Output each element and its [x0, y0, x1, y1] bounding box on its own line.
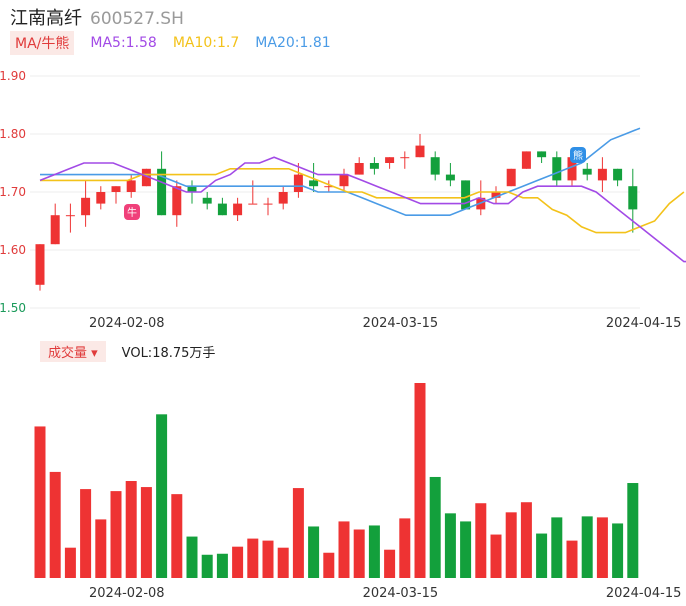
volume-bar: [308, 526, 320, 578]
volume-bar: [247, 538, 259, 578]
volume-bar: [34, 426, 46, 578]
bull-marker-label: 牛: [127, 206, 137, 219]
candle-body: [628, 186, 638, 210]
candle-body: [506, 168, 516, 187]
price-date-tick: 2024-03-15: [363, 316, 439, 331]
volume-bar: [277, 547, 289, 578]
candle-body: [35, 244, 45, 285]
volume-bar: [95, 519, 107, 578]
volume-bar: [353, 529, 365, 578]
volume-bar: [49, 471, 61, 578]
candle-body: [369, 163, 379, 169]
candle-body: [445, 174, 455, 181]
candle-body: [309, 180, 319, 187]
price-tick-label: 1.60: [0, 243, 26, 257]
candle-body: [187, 186, 197, 192]
candle-body: [354, 163, 364, 175]
volume-bar: [475, 503, 487, 578]
volume-bar: [627, 483, 639, 578]
volume-bar: [520, 502, 532, 578]
volume-bar: [551, 517, 563, 578]
candle-body: [65, 215, 75, 217]
volume-date-tick: 2024-02-08: [89, 586, 165, 601]
volume-bar: [186, 536, 198, 578]
candle-body: [597, 168, 607, 181]
volume-bar: [80, 489, 92, 578]
volume-bar: [566, 540, 578, 578]
candle-body: [126, 180, 136, 192]
volume-bar: [171, 494, 183, 578]
candle-body: [96, 192, 106, 204]
bear-marker-label: 熊: [573, 149, 583, 162]
volume-bar: [429, 476, 441, 578]
price-date-tick: 2024-02-08: [89, 316, 165, 331]
volume-bar: [216, 553, 228, 578]
price-tick-label: 1.50: [0, 301, 26, 315]
candle-body: [521, 151, 531, 169]
volume-bar: [581, 516, 593, 578]
volume-bar: [596, 517, 608, 578]
candle-body: [582, 168, 592, 175]
volume-bar: [110, 491, 122, 578]
candle-body: [339, 174, 349, 187]
volume-bar: [156, 414, 168, 578]
candle-body: [461, 180, 471, 210]
volume-bar: [201, 554, 213, 578]
volume-bar: [323, 552, 335, 578]
candle-body: [430, 157, 440, 175]
candle-body: [385, 157, 395, 163]
candle-body: [217, 203, 227, 216]
volume-bar: [368, 525, 380, 578]
volume-bar: [490, 534, 502, 578]
candle-body: [537, 151, 547, 158]
price-tick-label: 1.90: [0, 69, 26, 83]
price-date-tick: 2024-04-15: [606, 316, 682, 331]
volume-bar: [536, 533, 548, 578]
candle-body: [81, 197, 91, 216]
volume-bar: [444, 513, 456, 578]
candle-body: [172, 186, 182, 216]
volume-bar: [292, 488, 304, 578]
volume-bar: [262, 540, 274, 578]
volume-bar: [125, 481, 137, 578]
candle-body: [415, 145, 425, 158]
candle-body: [233, 203, 243, 216]
volume-bar: [338, 521, 350, 578]
volume-bar: [612, 523, 624, 578]
ma20-line: [40, 127, 641, 216]
volume-bar: [232, 546, 244, 578]
volume-bar: [414, 383, 426, 578]
volume-date-tick: 2024-04-15: [606, 586, 682, 601]
volume-bar: [399, 518, 411, 578]
candle-body: [111, 186, 121, 192]
volume-bar: [140, 487, 152, 578]
candle-body: [248, 203, 258, 205]
candle-body: [400, 157, 410, 159]
candle-body: [552, 157, 562, 181]
candle-body: [278, 192, 288, 204]
price-tick-label: 1.80: [0, 127, 26, 141]
volume-bar: [64, 547, 76, 578]
price-tick-label: 1.70: [0, 185, 26, 199]
volume-date-tick: 2024-03-15: [363, 586, 439, 601]
candle-body: [613, 168, 623, 181]
candle-body: [263, 203, 273, 205]
candle-body: [293, 174, 303, 192]
volume-bar: [460, 521, 472, 578]
volume-bar: [384, 549, 396, 578]
volume-bar: [505, 512, 517, 578]
price-volume-chart[interactable]: 1.90 1.80 1.70 1.60 1.50 牛 熊 2024-02-08 2024-03-…: [0, 0, 686, 606]
candle-body: [202, 197, 212, 204]
candle-body: [50, 215, 60, 245]
